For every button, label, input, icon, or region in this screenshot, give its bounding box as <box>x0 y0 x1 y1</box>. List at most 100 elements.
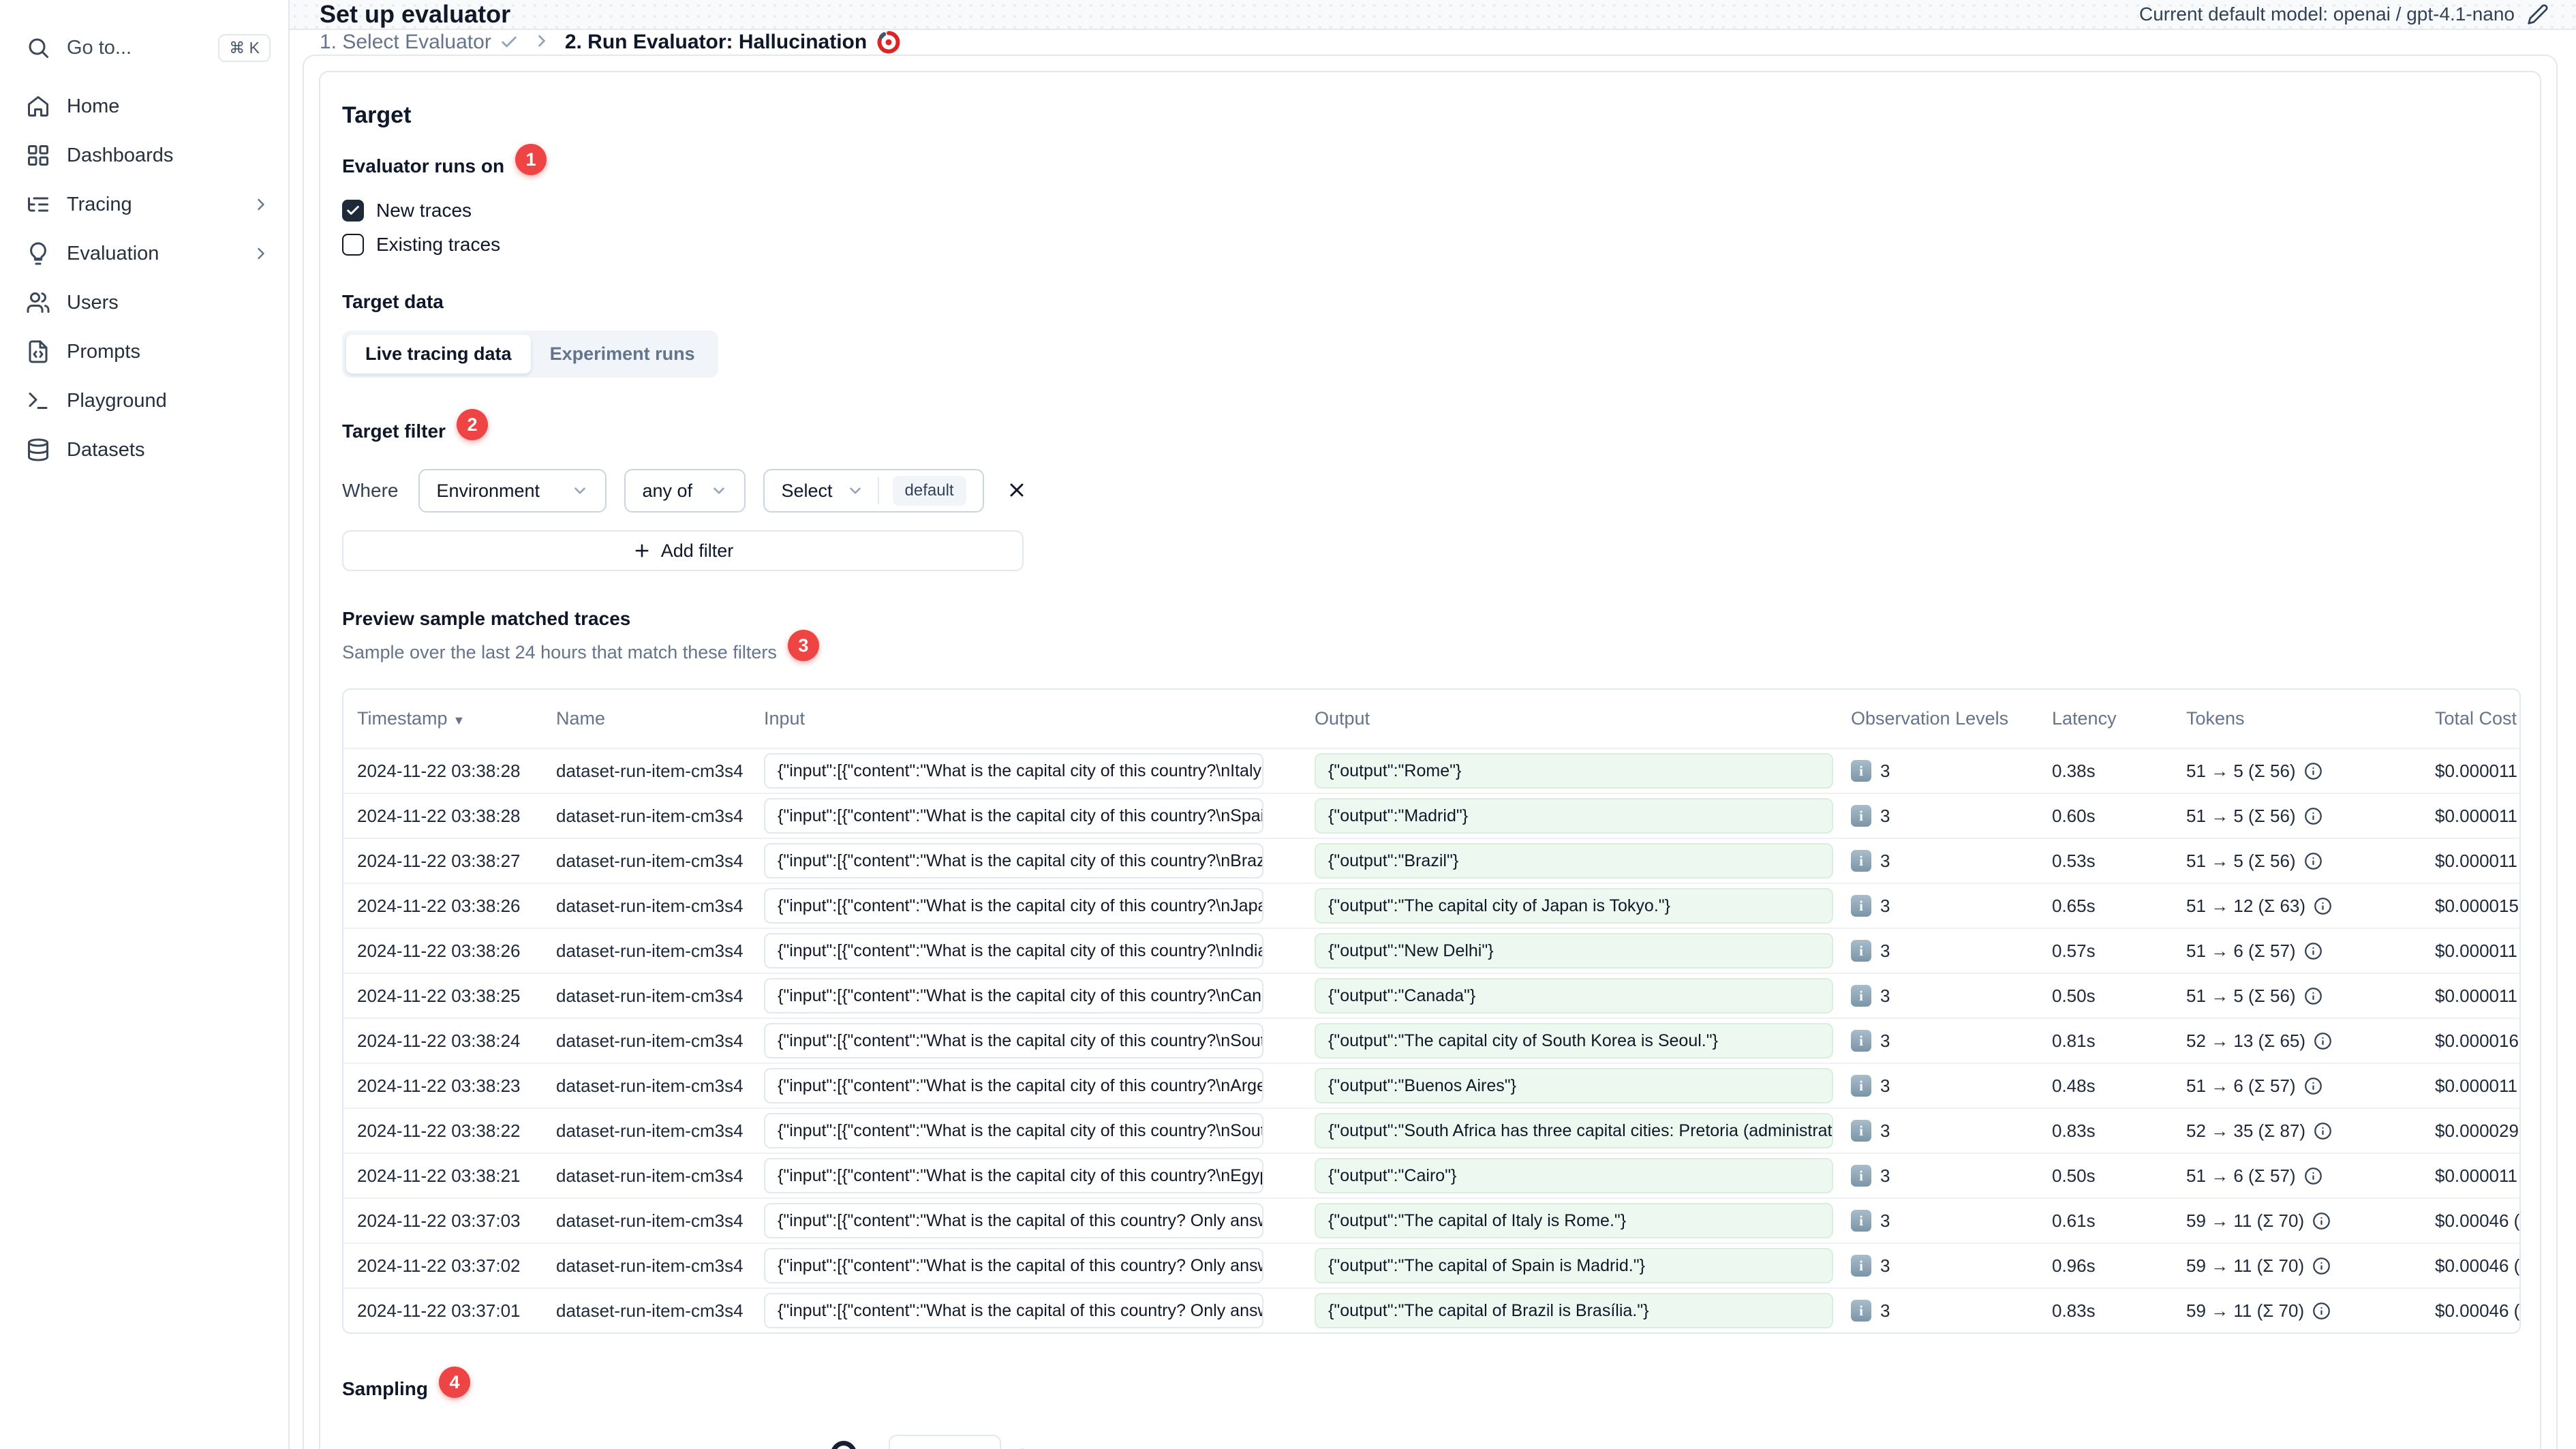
slider-thumb[interactable] <box>830 1441 857 1449</box>
info-icon[interactable] <box>2304 987 2322 1005</box>
sidebar-item-tracing[interactable]: Tracing <box>26 180 271 229</box>
info-icon[interactable] <box>2304 807 2322 825</box>
search-icon <box>29 38 48 58</box>
input-json-box[interactable]: {"input":[{"content":"What is the capita… <box>764 1293 1263 1328</box>
output-json-box[interactable]: {"output":"Cairo"} <box>1315 1158 1833 1193</box>
info-icon[interactable] <box>2314 1122 2332 1140</box>
output-json-box[interactable]: {"output":"Canada"} <box>1315 978 1833 1013</box>
tab-live-tracing-data[interactable]: Live tracing data <box>346 335 531 373</box>
sidebar-item-home[interactable]: Home <box>26 82 271 131</box>
column-header-name[interactable]: Name <box>542 708 750 729</box>
table-row[interactable]: 2024-11-22 03:38:24 dataset-run-item-cm3… <box>343 1018 2519 1063</box>
output-json-box[interactable]: {"output":"The capital of Italy is Rome.… <box>1315 1203 1833 1238</box>
checkbox-existing-traces[interactable]: Existing traces <box>342 234 2518 256</box>
input-json-box[interactable]: {"input":[{"content":"What is the capita… <box>764 1248 1263 1283</box>
input-json-box[interactable]: {"input":[{"content":"What is the capita… <box>764 1158 1263 1193</box>
observation-level-count: 3 <box>1880 1255 1890 1276</box>
table-row[interactable]: 2024-11-22 03:37:01 dataset-run-item-cm3… <box>343 1287 2519 1332</box>
table-row[interactable]: 2024-11-22 03:38:27 dataset-run-item-cm3… <box>343 838 2519 883</box>
input-json-box[interactable]: {"input":[{"content":"What is the capita… <box>764 1023 1263 1058</box>
table-row[interactable]: 2024-11-22 03:38:22 dataset-run-item-cm3… <box>343 1108 2519 1153</box>
filter-column-select[interactable]: Environment <box>418 469 607 513</box>
table-header-row: Timestamp ▼ Name Input Output Observation… <box>343 690 2519 748</box>
output-json-box[interactable]: {"output":"New Delhi"} <box>1315 933 1833 968</box>
info-icon[interactable] <box>2312 1302 2331 1320</box>
plus-icon <box>635 544 649 558</box>
column-header-observation-levels[interactable]: Observation Levels <box>1837 708 2038 729</box>
output-json-box[interactable]: {"output":"The capital of Spain is Madri… <box>1315 1248 1833 1283</box>
breadcrumb-step-1[interactable]: 1. Select Evaluator <box>320 31 519 54</box>
column-header-tokens[interactable]: Tokens <box>2173 708 2421 729</box>
cell-input: {"input":[{"content":"What is the capita… <box>750 1293 1292 1328</box>
sidebar-item-dashboards[interactable]: Dashboards <box>26 131 271 180</box>
input-json-box[interactable]: {"input":[{"content":"What is the capita… <box>764 933 1263 968</box>
table-row[interactable]: 2024-11-22 03:38:21 dataset-run-item-cm3… <box>343 1153 2519 1198</box>
trace-table-body: 2024-11-22 03:38:28 dataset-run-item-cm3… <box>343 748 2519 1332</box>
info-icon[interactable] <box>2304 852 2322 870</box>
cell-tokens: 51 → 5 (Σ 56) <box>2173 851 2421 872</box>
filter-operator-select[interactable]: any of <box>624 469 746 513</box>
input-json-box[interactable]: {"input":[{"content":"What is the capita… <box>764 753 1263 789</box>
table-row[interactable]: 2024-11-22 03:38:26 dataset-run-item-cm3… <box>343 883 2519 928</box>
info-icon[interactable] <box>2312 1257 2331 1275</box>
column-header-output[interactable]: Output <box>1292 708 1837 729</box>
observation-level-count: 3 <box>1880 850 1890 871</box>
output-json-box[interactable]: {"output":"The capital of Brazil is Bras… <box>1315 1293 1833 1328</box>
input-json-box[interactable]: {"input":[{"content":"What is the capita… <box>764 888 1263 924</box>
info-icon[interactable] <box>2304 762 2322 780</box>
sidebar-item-users[interactable]: Users <box>26 278 271 327</box>
info-icon[interactable] <box>2304 1077 2322 1095</box>
table-row[interactable]: 2024-11-22 03:38:25 dataset-run-item-cm3… <box>343 973 2519 1018</box>
output-json-box[interactable]: {"output":"The capital city of Japan is … <box>1315 888 1833 924</box>
table-row[interactable]: 2024-11-22 03:38:28 dataset-run-item-cm3… <box>343 748 2519 793</box>
info-icon[interactable] <box>2312 1212 2331 1230</box>
input-json-box[interactable]: {"input":[{"content":"What is the capita… <box>764 978 1263 1013</box>
remove-filter-button[interactable] <box>1002 475 1032 507</box>
sidebar-item-evaluation[interactable]: Evaluation <box>26 229 271 278</box>
column-header-latency[interactable]: Latency <box>2038 708 2173 729</box>
filter-value-select[interactable]: Select default <box>763 469 984 513</box>
sidebar-item-datasets[interactable]: Datasets <box>26 425 271 474</box>
observation-level-icon: i <box>1851 1120 1871 1142</box>
table-row[interactable]: 2024-11-22 03:38:26 dataset-run-item-cm3… <box>343 928 2519 973</box>
input-json-box[interactable]: {"input":[{"content":"What is the capita… <box>764 798 1263 834</box>
chevron-down-icon <box>714 487 725 494</box>
sidebar-item-prompts[interactable]: Prompts <box>26 327 271 376</box>
table-row[interactable]: 2024-11-22 03:38:28 dataset-run-item-cm3… <box>343 793 2519 838</box>
cell-input: {"input":[{"content":"What is the capita… <box>750 888 1292 924</box>
input-json-box[interactable]: {"input":[{"content":"What is the capita… <box>764 1203 1263 1238</box>
info-icon[interactable] <box>2304 942 2322 960</box>
output-json-box[interactable]: {"output":"Brazil"} <box>1315 843 1833 879</box>
info-icon[interactable] <box>2314 1032 2332 1050</box>
input-json-box[interactable]: {"input":[{"content":"What is the capita… <box>764 843 1263 879</box>
edit-pencil-icon[interactable] <box>2527 3 2549 25</box>
input-json-box[interactable]: {"input":[{"content":"What is the capita… <box>764 1113 1263 1148</box>
info-icon[interactable] <box>2304 1167 2322 1185</box>
output-json-box[interactable]: {"output":"Buenos Aires"} <box>1315 1068 1833 1103</box>
add-filter-label: Add filter <box>660 540 734 561</box>
output-json-box[interactable]: {"output":"Madrid"} <box>1315 798 1833 834</box>
table-row[interactable]: 2024-11-22 03:37:03 dataset-run-item-cm3… <box>343 1198 2519 1242</box>
sidebar-item-playground[interactable]: Playground <box>26 376 271 425</box>
cell-total-cost: $0.000011 ( <box>2435 1075 2521 1096</box>
token-usage-text: 51 → 6 (Σ 57) <box>2186 1165 2296 1186</box>
input-json-box[interactable]: {"input":[{"content":"What is the capita… <box>764 1068 1263 1103</box>
output-json-box[interactable]: {"output":"Rome"} <box>1315 753 1833 789</box>
column-header-total-cost[interactable]: Total Cost <box>2421 708 2519 729</box>
output-json-box[interactable]: {"output":"The capital city of South Kor… <box>1315 1023 1833 1058</box>
cell-output: {"output":"Madrid"} <box>1292 798 1837 834</box>
table-row[interactable]: 2024-11-22 03:37:02 dataset-run-item-cm3… <box>343 1242 2519 1287</box>
sampling-percent-input[interactable] <box>889 1435 1001 1449</box>
table-row[interactable]: 2024-11-22 03:38:23 dataset-run-item-cm3… <box>343 1063 2519 1108</box>
add-filter-button[interactable]: Add filter <box>342 530 1024 571</box>
column-header-input[interactable]: Input <box>750 708 1292 729</box>
cell-latency: 0.38s <box>2052 760 2096 781</box>
tab-experiment-runs[interactable]: Experiment runs <box>531 335 714 373</box>
output-json-box[interactable]: {"output":"South Africa has three capita… <box>1315 1113 1833 1148</box>
column-header-timestamp[interactable]: Timestamp ▼ <box>343 708 542 729</box>
info-icon[interactable] <box>2314 897 2332 915</box>
goto-search[interactable]: Go to... ⌘ K <box>26 23 271 72</box>
checkbox-new-traces[interactable]: New traces <box>342 200 2518 222</box>
observation-level-count: 3 <box>1880 1075 1890 1096</box>
cell-latency: 0.48s <box>2052 1075 2096 1096</box>
